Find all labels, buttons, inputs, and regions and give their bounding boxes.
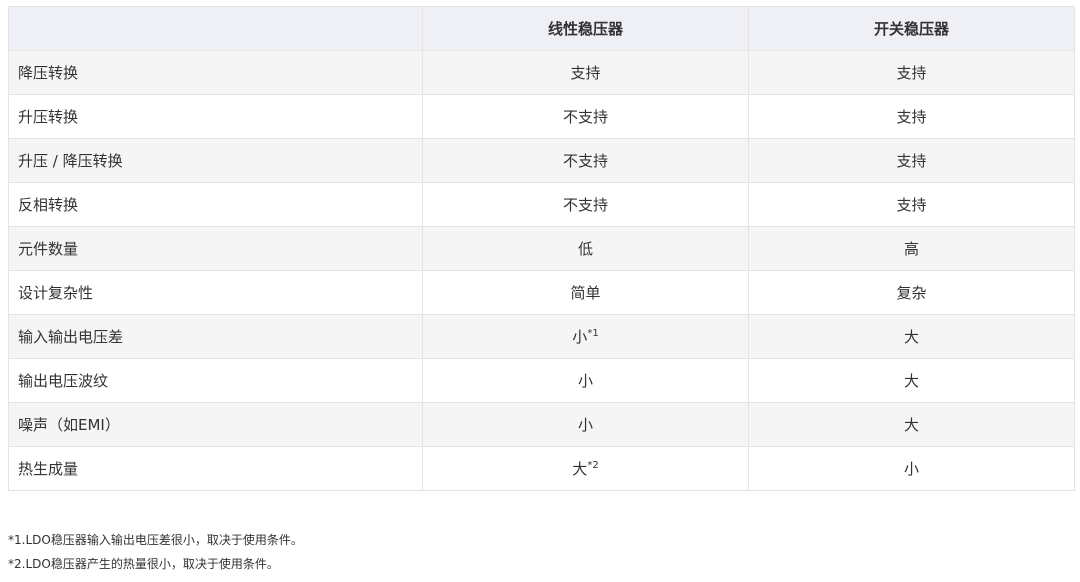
linear-footnote-marker: *2: [587, 460, 599, 471]
header-switching-regulator: 开关稳压器: [748, 6, 1075, 51]
linear-value-text: 小: [577, 372, 593, 390]
switching-value: 大: [748, 314, 1075, 359]
linear-value: 不支持: [422, 94, 749, 139]
linear-value: 不支持: [422, 182, 749, 227]
linear-value: 小: [422, 402, 749, 447]
linear-value-text: 低: [577, 240, 593, 258]
linear-value-text: 支持: [570, 64, 601, 82]
switching-value: 大: [748, 358, 1075, 403]
linear-value-text: 不支持: [562, 108, 608, 126]
page: 线性稳压器 开关稳压器 降压转换 支持 支持 升压转换 不支持 支持 升压 / …: [0, 0, 1080, 582]
linear-value: 不支持: [422, 138, 749, 183]
footnote-2: *2.LDO稳压器产生的热量很小，取决于使用条件。: [8, 557, 279, 571]
switching-value: 支持: [748, 182, 1075, 227]
table-header-row: 线性稳压器 开关稳压器: [8, 6, 1075, 51]
footnotes: *1.LDO稳压器输入输出电压差很小，取决于使用条件。 *2.LDO稳压器产生的…: [8, 528, 303, 576]
comparison-table: 线性稳压器 开关稳压器 降压转换 支持 支持 升压转换 不支持 支持 升压 / …: [8, 6, 1075, 491]
row-label: 升压转换: [8, 94, 423, 139]
row-label: 元件数量: [8, 226, 423, 271]
row-label: 降压转换: [8, 50, 423, 95]
row-label: 输出电压波纹: [8, 358, 423, 403]
row-label: 升压 / 降压转换: [8, 138, 423, 183]
linear-value-text: 小: [572, 328, 588, 346]
linear-value: 简单: [422, 270, 749, 315]
table-row: 设计复杂性 简单 复杂: [8, 270, 1075, 315]
linear-value: 低: [422, 226, 749, 271]
table-row: 输出电压波纹 小 大: [8, 358, 1075, 403]
table-row: 升压 / 降压转换 不支持 支持: [8, 138, 1075, 183]
table-row: 元件数量 低 高: [8, 226, 1075, 271]
linear-value-text: 大: [572, 460, 588, 478]
linear-value: 大*2: [422, 446, 749, 491]
switching-value: 复杂: [748, 270, 1075, 315]
table-row: 降压转换 支持 支持: [8, 50, 1075, 95]
linear-value: 小*1: [422, 314, 749, 359]
linear-value-text: 不支持: [562, 196, 608, 214]
switching-value: 支持: [748, 138, 1075, 183]
table-row: 噪声（如EMI） 小 大: [8, 402, 1075, 447]
row-label: 热生成量: [8, 446, 423, 491]
linear-value: 小: [422, 358, 749, 403]
row-label: 反相转换: [8, 182, 423, 227]
switching-value: 支持: [748, 94, 1075, 139]
linear-value-text: 简单: [570, 284, 601, 302]
header-empty-cell: [8, 6, 423, 51]
table-row: 输入输出电压差 小*1 大: [8, 314, 1075, 359]
row-label: 设计复杂性: [8, 270, 423, 315]
linear-value: 支持: [422, 50, 749, 95]
linear-footnote-marker: *1: [587, 328, 599, 339]
footnote-1: *1.LDO稳压器输入输出电压差很小，取决于使用条件。: [8, 533, 303, 547]
row-label: 噪声（如EMI）: [8, 402, 423, 447]
table-row: 反相转换 不支持 支持: [8, 182, 1075, 227]
header-linear-regulator: 线性稳压器: [422, 6, 749, 51]
switching-value: 大: [748, 402, 1075, 447]
row-label: 输入输出电压差: [8, 314, 423, 359]
switching-value: 小: [748, 446, 1075, 491]
linear-value-text: 不支持: [562, 152, 608, 170]
linear-value-text: 小: [577, 416, 593, 434]
switching-value: 支持: [748, 50, 1075, 95]
switching-value: 高: [748, 226, 1075, 271]
table-row: 热生成量 大*2 小: [8, 446, 1075, 491]
table-row: 升压转换 不支持 支持: [8, 94, 1075, 139]
